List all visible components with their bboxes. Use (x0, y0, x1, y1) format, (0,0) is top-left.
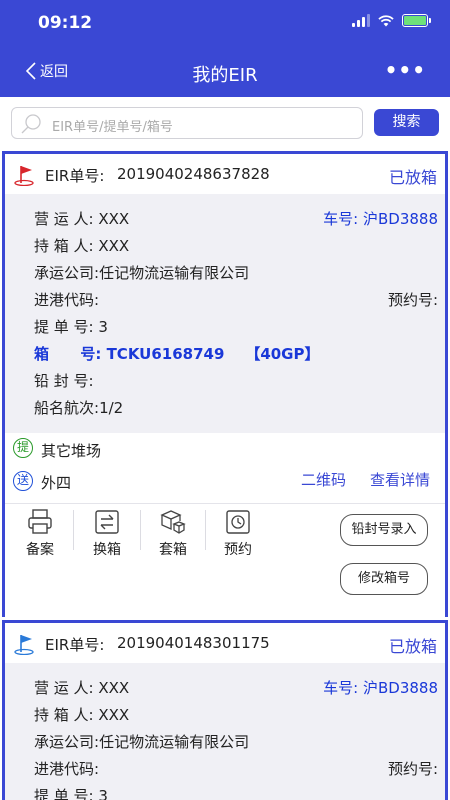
signal-icon (352, 14, 370, 27)
vessel-voyage-field: 船名航次:1/2 (34, 399, 124, 417)
plate-number: 车号: 沪BD3888 (323, 679, 438, 697)
boxes-icon (160, 510, 186, 534)
clock-icon (226, 510, 250, 534)
deliver-badge-icon: 送 (13, 471, 33, 491)
swap-box-label: 换箱 (93, 542, 121, 558)
modify-box-number-button[interactable]: 修改箱号 (340, 563, 428, 595)
battery-icon (402, 14, 431, 27)
eir-card-header: EIR单号: 2019040148301175 已放箱 (5, 623, 445, 663)
app-header: 09:12 返回 我的EIR ••• (0, 0, 450, 97)
card-actions: 备案 换箱 套箱 预约 铅封号录入 修改箱号 (5, 503, 445, 617)
seal-number-field: 铅 封 号: (34, 372, 94, 390)
status-time: 09:12 (38, 13, 93, 33)
eir-card-body: 营 运 人: XXX 车号: 沪BD3888 持 箱 人: XXX 承运公司:任… (5, 194, 445, 433)
appointment-button[interactable]: 预约 (207, 509, 269, 559)
eir-number: 2019040148301175 (117, 634, 270, 652)
status-icons (352, 14, 431, 27)
port-code-field: 进港代码: (34, 760, 100, 778)
booking-number-field: 预约号: (387, 291, 438, 309)
carrier-company-field: 承运公司:任记物流运输有限公司 (34, 264, 250, 282)
bundle-box-label: 套箱 (159, 542, 187, 558)
divider (140, 510, 141, 550)
yard-info: 提 其它堆场 送 外四 二维码 查看详情 (5, 433, 445, 503)
more-menu-button[interactable]: ••• (385, 58, 426, 82)
page-title: 我的EIR (192, 65, 258, 86)
box-holder-field: 持 箱 人: XXX (34, 706, 130, 724)
swap-box-button[interactable]: 换箱 (76, 509, 138, 559)
bundle-box-button[interactable]: 套箱 (142, 509, 204, 559)
pickup-yard: 其它堆场 (41, 442, 102, 460)
search-icon (21, 114, 41, 134)
status-bar: 09:12 (0, 0, 450, 48)
swap-icon (95, 510, 119, 534)
pickup-badge-icon: 提 (13, 438, 33, 458)
record-label: 备案 (26, 542, 54, 558)
flag-icon (14, 635, 34, 655)
nav-bar: 返回 我的EIR ••• (0, 48, 450, 97)
eir-card-body: 营 运 人: XXX 车号: 沪BD3888 持 箱 人: XXX 承运公司:任… (5, 663, 445, 800)
eir-number: 2019040248637828 (117, 165, 270, 183)
carrier-company-field: 承运公司:任记物流运输有限公司 (34, 733, 250, 751)
eir-card[interactable]: EIR单号: 2019040248637828 已放箱 营 运 人: XXX 车… (2, 151, 448, 617)
deliver-yard: 外四 (41, 474, 72, 492)
search-input[interactable]: EIR单号/提单号/箱号 (11, 107, 363, 139)
qr-code-link[interactable]: 二维码 (301, 469, 346, 490)
search-button[interactable]: 搜索 (374, 109, 439, 136)
seal-entry-button[interactable]: 铅封号录入 (340, 514, 428, 546)
box-holder-field: 持 箱 人: XXX (34, 237, 130, 255)
bill-number-field: 提 单 号: 3 (34, 318, 108, 336)
eir-card[interactable]: EIR单号: 2019040148301175 已放箱 营 运 人: XXX 车… (2, 620, 448, 800)
eir-number-label: EIR单号: (45, 167, 105, 185)
port-code-field: 进港代码: (34, 291, 100, 309)
appointment-label: 预约 (224, 542, 252, 558)
container-number-field: 箱 号: TCKU6168749 【40GP】 (34, 345, 320, 363)
eir-card-header: EIR单号: 2019040248637828 已放箱 (5, 154, 445, 194)
record-action-button[interactable]: 备案 (9, 509, 71, 559)
operator-field: 营 运 人: XXX (34, 210, 130, 228)
wifi-icon (378, 14, 394, 26)
bill-number-field: 提 单 号: 3 (34, 787, 108, 800)
status-badge: 已放箱 (388, 637, 437, 656)
printer-icon (28, 509, 52, 534)
view-details-link[interactable]: 查看详情 (370, 469, 430, 490)
divider (205, 510, 206, 550)
search-placeholder: EIR单号/提单号/箱号 (52, 120, 173, 135)
plate-number: 车号: 沪BD3888 (323, 210, 438, 228)
flag-icon (14, 166, 34, 186)
booking-number-field: 预约号: (387, 760, 438, 778)
status-badge: 已放箱 (388, 168, 437, 187)
operator-field: 营 运 人: XXX (34, 679, 130, 697)
search-bar: EIR单号/提单号/箱号 搜索 (0, 97, 450, 149)
eir-number-label: EIR单号: (45, 636, 105, 654)
divider (73, 510, 74, 550)
